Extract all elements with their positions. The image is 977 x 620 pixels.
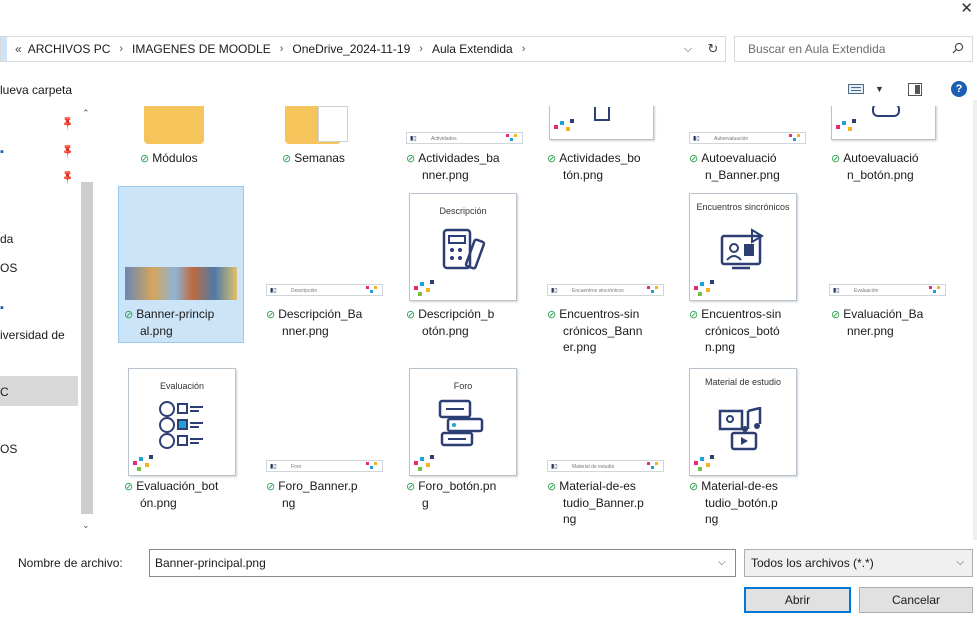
study-material-icon [718, 407, 762, 451]
sync-check-icon: ⊘ [547, 309, 557, 321]
scroll-up-icon[interactable]: ⌃ [82, 108, 90, 119]
pin-icon: 📌 [59, 169, 77, 186]
address-bar[interactable]: « ARCHIVOS PC › IMAGENES DE MOODLE › One… [0, 36, 726, 62]
crumb-imagenes-moodle[interactable]: IMAGENES DE MOODLE [132, 42, 271, 56]
navigation-pane: 📌 📌 📌 ▪ ▪ da OS iversidad de C OS ⌃ ⌄ [0, 106, 97, 536]
sidebar-item[interactable]: da [0, 232, 13, 246]
pin-icon: 📌 [59, 143, 77, 160]
filename-label: Nombre de archivo: [18, 556, 123, 570]
sync-check-icon: ⊘ [406, 309, 416, 321]
button-thumbnail: Foro [409, 368, 517, 476]
file-list: ▮▯ Actividades ▮▯ Autoevaluación ⊘ Módulos … [100, 106, 973, 536]
sidebar-item[interactable]: OS [0, 442, 17, 456]
filename-input[interactable] [149, 549, 736, 577]
file-type-value: Todos los archivos (*.*) [751, 556, 874, 570]
sync-check-icon: ⊘ [547, 153, 557, 165]
address-dropdown-icon[interactable]: ⌵ [675, 43, 701, 56]
button-thumbnail: Material de estudio [689, 368, 797, 476]
file-type-select[interactable]: Todos los archivos (*.*) ⌵ [744, 549, 973, 577]
file-list-scrollbar[interactable] [973, 100, 977, 540]
help-icon[interactable]: ? [951, 81, 967, 97]
refresh-icon[interactable]: ↻ [701, 41, 725, 57]
search-placeholder: Buscar en Aula Extendida [748, 42, 886, 56]
sync-check-icon: ⊘ [689, 309, 699, 321]
banner-thumbnail: ▮▯ Evaluación [829, 284, 946, 296]
video-meeting-icon [720, 228, 764, 270]
button-thumbnail: Evaluación [128, 368, 236, 476]
forum-chat-icon [438, 399, 484, 447]
open-button[interactable]: Abrir [744, 587, 851, 613]
banner-thumbnail: ▮▯ Material de estudio [547, 460, 664, 472]
chevron-right-icon[interactable]: › [419, 43, 423, 55]
sidebar-item[interactable]: iversidad de [0, 328, 65, 342]
sync-check-icon: ⊘ [406, 153, 416, 165]
evaluation-faces-icon [159, 401, 203, 449]
crumb-archivos-pc[interactable]: ARCHIVOS PC [28, 42, 111, 56]
view-options-icon[interactable] [848, 84, 864, 94]
crumb-aula-extendida[interactable]: Aula Extendida [432, 42, 513, 56]
document-icon [318, 106, 348, 142]
search-icon[interactable] [952, 42, 964, 57]
sidebar-item[interactable]: OS [0, 261, 17, 275]
chevron-down-icon[interactable]: ⌵ [718, 557, 726, 568]
nav-marker: ▪ [0, 302, 4, 314]
button-thumbnail [549, 106, 654, 140]
scroll-down-icon[interactable]: ⌄ [82, 520, 90, 531]
new-folder-button[interactable]: lueva carpeta [0, 83, 72, 97]
sync-check-icon: ⊘ [124, 309, 134, 321]
close-icon[interactable]: ✕ [960, 1, 973, 16]
chevron-right-icon[interactable]: › [280, 43, 284, 55]
preview-pane-icon[interactable] [908, 83, 922, 96]
chevron-right-icon[interactable]: › [119, 43, 123, 55]
pin-icon: 📌 [59, 115, 77, 132]
calculator-document-icon [442, 228, 486, 270]
sync-check-icon: ⊘ [266, 481, 276, 493]
sync-check-icon: ⊘ [266, 309, 276, 321]
nav-marker: ▪ [0, 146, 4, 158]
sync-check-icon: ⊘ [124, 481, 134, 493]
sync-check-icon: ⊘ [140, 153, 150, 165]
sidebar-item[interactable]: C [0, 385, 9, 399]
chevron-right-icon[interactable]: › [522, 43, 526, 55]
banner-thumbnail: ▮▯ Encuentros sincrónicos [547, 284, 664, 296]
sync-check-icon: ⊘ [831, 153, 841, 165]
banner-thumbnail: ▮▯ Actividades [406, 132, 523, 144]
banner-thumbnail: ▮▯ Descripción [266, 284, 383, 296]
sync-check-icon: ⊘ [406, 481, 416, 493]
folder-icon [144, 106, 204, 144]
sync-check-icon: ⊘ [547, 481, 557, 493]
cancel-button[interactable]: Cancelar [859, 587, 973, 613]
view-dropdown-icon[interactable]: ▼ [875, 84, 884, 94]
banner-thumbnail: ▮▯ Foro [266, 460, 383, 472]
banner-photo-thumbnail [125, 267, 237, 300]
sidebar-scrollbar[interactable]: ⌃ ⌄ [78, 106, 96, 536]
sync-check-icon: ⊘ [689, 153, 699, 165]
button-thumbnail: Encuentros sincrónicos [689, 193, 797, 301]
breadcrumb-overflow-icon[interactable]: « [15, 42, 22, 56]
scrollbar-thumb[interactable] [81, 182, 93, 514]
search-input[interactable]: Buscar en Aula Extendida [734, 36, 973, 62]
sync-check-icon: ⊘ [689, 481, 699, 493]
sidebar-selected-row[interactable] [0, 376, 78, 406]
sync-check-icon: ⊘ [831, 309, 841, 321]
chevron-down-icon[interactable]: ⌵ [956, 557, 964, 568]
button-thumbnail: Descripción [409, 193, 517, 301]
button-thumbnail [831, 106, 936, 140]
breadcrumb: « ARCHIVOS PC › IMAGENES DE MOODLE › One… [7, 42, 675, 56]
crumb-onedrive[interactable]: OneDrive_2024-11-19 [292, 42, 410, 56]
sync-check-icon: ⊘ [282, 153, 292, 165]
banner-thumbnail: ▮▯ Autoevaluación [689, 132, 806, 144]
